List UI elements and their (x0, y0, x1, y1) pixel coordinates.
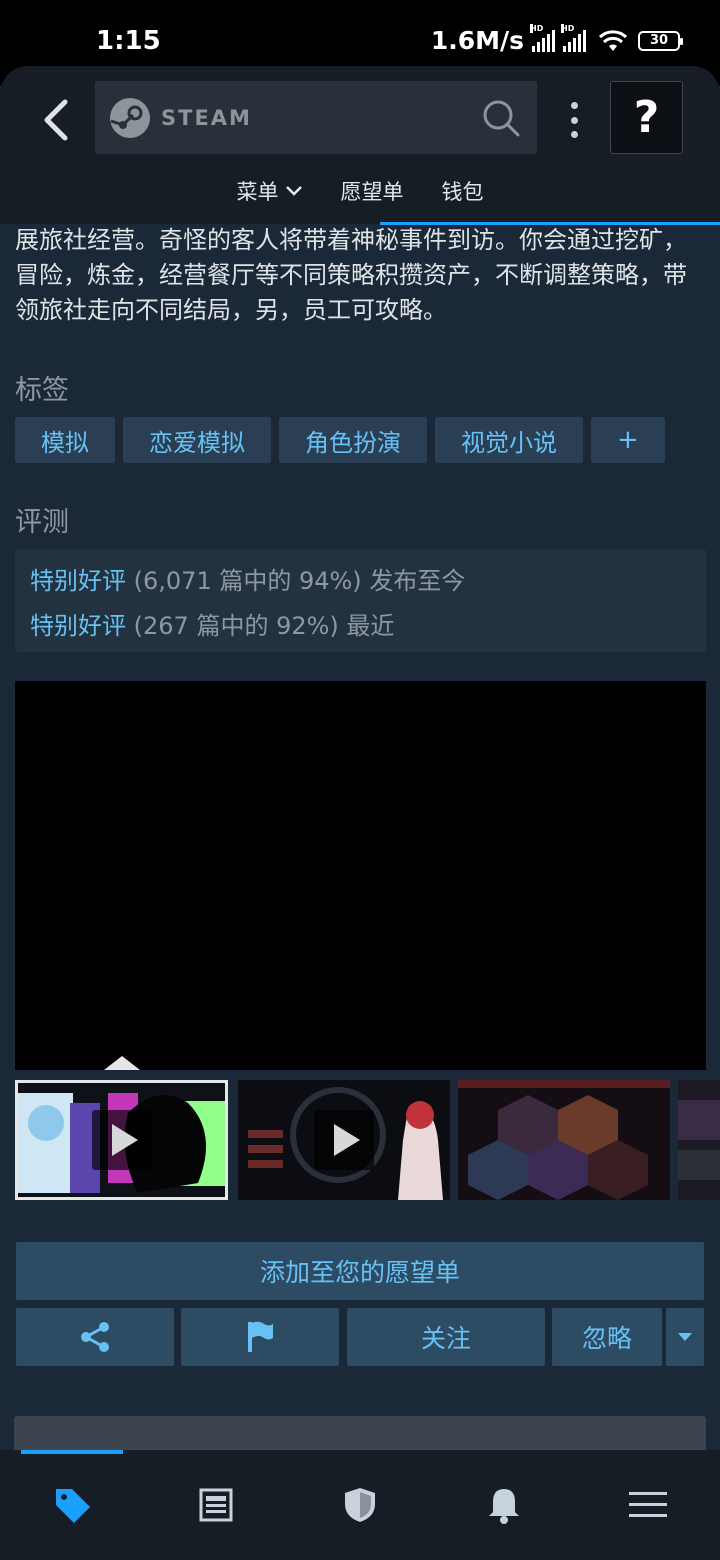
search-icon[interactable] (481, 98, 521, 142)
status-time: 1:15 (96, 26, 161, 56)
report-button[interactable] (181, 1308, 339, 1366)
signal-icon-2: HD (561, 23, 586, 52)
tag-visual-novel[interactable]: 视觉小说 (435, 417, 583, 463)
help-button[interactable]: ? (610, 81, 683, 154)
tag-rpg[interactable]: 角色扮演 (279, 417, 427, 463)
add-to-wishlist-button[interactable]: 添加至您的愿望单 (16, 1242, 704, 1300)
caret-down-icon (678, 1333, 692, 1341)
play-icon (314, 1110, 374, 1170)
subnav-wallet-label: 钱包 (441, 180, 484, 204)
media-thumbnail-1[interactable] (15, 1080, 228, 1200)
tag-dating-sim[interactable]: 恋爱模拟 (123, 417, 271, 463)
media-thumbnail-4[interactable] (678, 1080, 720, 1200)
chevron-left-icon (44, 99, 68, 141)
page-load-progress (380, 222, 720, 225)
battery-icon: 30 (638, 30, 683, 51)
tag-more-button[interactable]: + (591, 417, 665, 463)
network-speed: 1.6M/s (430, 26, 524, 55)
share-button[interactable] (16, 1308, 174, 1366)
dot-icon (570, 116, 578, 124)
tag-list: 模拟 恋爱模拟 角色扮演 视觉小说 + (15, 417, 665, 463)
review-row-all: 特别好评 (6,071 篇中的 94%) 发布至今 (30, 559, 691, 604)
ignore-button[interactable]: 忽略 (552, 1308, 662, 1366)
subnav-menu[interactable]: 菜单 (237, 174, 303, 208)
steam-logo: STEAM (109, 97, 252, 139)
subnav-wishlist[interactable]: 愿望单 (341, 174, 404, 208)
tags-title: 标签 (15, 375, 69, 406)
hamburger-menu-icon (629, 1492, 667, 1517)
video-player[interactable] (15, 681, 706, 1070)
nav-menu[interactable] (608, 1465, 688, 1545)
review-row-recent: 特别好评 (267 篇中的 92%) 最近 (30, 604, 691, 649)
nav-notifications[interactable] (464, 1465, 544, 1545)
nav-store[interactable] (32, 1465, 112, 1545)
selected-thumb-pointer (104, 1056, 140, 1070)
review-scope: 最近 (346, 612, 395, 640)
search-bar[interactable]: STEAM (95, 81, 537, 154)
wifi-icon (598, 29, 628, 52)
news-icon (199, 1488, 233, 1522)
shield-icon (345, 1488, 375, 1522)
tag-simulation[interactable]: 模拟 (15, 417, 115, 463)
status-indicators: 1.6M/s HD HD 30 (430, 23, 683, 55)
review-scope: 发布至今 (369, 567, 466, 595)
media-thumbnail-2[interactable] (238, 1080, 450, 1200)
nav-news[interactable] (176, 1465, 256, 1545)
flag-icon (248, 1321, 273, 1352)
ignore-dropdown-button[interactable] (666, 1308, 704, 1366)
chevron-down-icon (285, 186, 302, 196)
review-rating[interactable]: 特别好评 (30, 612, 126, 640)
dot-icon (570, 131, 578, 138)
app-header: STEAM ? 菜单 愿望单 钱包 (0, 66, 720, 225)
review-rating[interactable]: 特别好评 (30, 567, 126, 595)
review-detail: (267 篇中的 92%) (133, 612, 339, 640)
reviews-summary: 特别好评 (6,071 篇中的 94%) 发布至今 特别好评 (267 篇中的 … (15, 549, 706, 652)
nav-guard[interactable] (320, 1465, 400, 1545)
dot-icon (570, 102, 578, 109)
steam-icon (110, 98, 150, 138)
bottom-navigation (0, 1450, 720, 1560)
media-thumbnail-strip[interactable] (0, 1056, 720, 1206)
follow-button[interactable]: 关注 (347, 1308, 545, 1366)
review-detail: (6,071 篇中的 94%) (133, 567, 362, 595)
tag-icon (56, 1489, 90, 1523)
more-options-button[interactable] (560, 98, 588, 142)
play-icon (91, 1110, 152, 1170)
reviews-title: 评测 (15, 507, 69, 538)
subnav-wallet[interactable]: 钱包 (442, 174, 484, 208)
steam-wordmark: STEAM (161, 106, 252, 130)
sub-navigation: 菜单 愿望单 钱包 (0, 174, 720, 208)
signal-hd-label-2: HD (561, 23, 575, 33)
signal-icon: HD (530, 23, 555, 52)
action-button-row: 关注 忽略 (16, 1308, 704, 1366)
active-tab-indicator (21, 1450, 123, 1454)
back-button[interactable] (30, 94, 82, 146)
signal-hd-label: HD (530, 23, 544, 33)
subnav-menu-label: 菜单 (236, 180, 279, 204)
media-thumbnail-3[interactable] (458, 1080, 670, 1200)
bell-icon (489, 1489, 519, 1524)
subnav-wishlist-label: 愿望单 (340, 180, 404, 204)
share-icon (81, 1322, 109, 1352)
